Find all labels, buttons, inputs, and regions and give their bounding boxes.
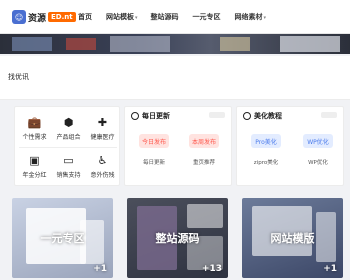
divider	[19, 147, 117, 148]
banner-thumb	[280, 36, 340, 52]
logo-icon: ☺	[12, 10, 26, 24]
banner-thumb	[110, 36, 170, 52]
banner-thumb	[66, 38, 96, 50]
service-item[interactable]: ▣ 年金分红	[17, 149, 52, 183]
card-count: +1	[323, 264, 337, 274]
wp-optimize-button[interactable]: WP优化	[303, 134, 333, 148]
category-card[interactable]: 网站模版 +1	[242, 198, 343, 278]
more-link[interactable]	[209, 112, 225, 118]
card-count: +13	[201, 264, 222, 274]
clock-icon	[131, 112, 139, 120]
card-caption: 网站模版	[270, 232, 315, 245]
chevron-down-icon: ▾	[263, 15, 267, 21]
service-item[interactable]: ✚ 健康医疗	[85, 111, 120, 145]
category-card[interactable]: 整站源码 +13	[127, 198, 228, 278]
hero-banner[interactable]	[0, 34, 350, 54]
service-item[interactable]: 💼 个性需求	[17, 111, 52, 145]
graduation-icon	[243, 112, 251, 120]
card-caption: 一元专区	[40, 232, 85, 245]
panel-title: 每日更新	[131, 111, 170, 121]
nav-web-assets[interactable]: 网络素材▾	[235, 12, 267, 22]
week-release-button[interactable]: 本周发布	[189, 134, 219, 148]
nav-website-templates[interactable]: 网站模板▾	[106, 12, 138, 22]
service-item[interactable]: ▭ 销售支持	[51, 149, 86, 183]
site-logo[interactable]: ☺ 资源 ED.nt	[12, 9, 76, 25]
services-panel: 💼 个性需求 ⬢ 产品组合 ✚ 健康医疗 ▣ 年金分红 ▭ 销售支持 ♿ 意外伤…	[14, 106, 120, 186]
briefcase-icon: 💼	[27, 116, 42, 129]
banner-thumb	[12, 37, 52, 51]
product-icon: ⬢	[63, 116, 74, 129]
card-caption: 整站源码	[155, 232, 200, 245]
more-link[interactable]	[321, 112, 337, 118]
category-card[interactable]: 一元专区 +1	[12, 198, 113, 278]
card-count: +1	[93, 264, 107, 274]
main-nav: 首页 网站模板▾ 整站源码 一元专区 网络素材▾	[78, 0, 279, 34]
tutorial-panel: 美化教程 Pro美化 WP优化 zipro美化 WP优化	[236, 106, 344, 186]
pro-beautify-button[interactable]: Pro美化	[251, 134, 281, 148]
nav-home[interactable]: 首页	[78, 12, 93, 22]
chevron-down-icon: ▾	[135, 15, 138, 21]
logo-tag: ED.nt	[48, 12, 76, 22]
daily-update-panel: 每日更新 今日发布 本周发布 每日更新 重页推荐	[124, 106, 232, 186]
today-release-button[interactable]: 今日发布	[139, 134, 169, 148]
service-item[interactable]: ⬢ 产品组合	[51, 111, 86, 145]
tutorial-label: zipro美化	[253, 160, 279, 166]
recommend-label: 重页推荐	[192, 160, 215, 166]
nav-one-yuan-zone[interactable]: 一元专区	[193, 12, 222, 22]
card-preview	[187, 204, 223, 228]
banner-thumb	[220, 37, 250, 51]
top-navigation-bar: ☺ 资源 ED.nt 首页 网站模板▾ 整站源码 一元专区 网络素材▾	[0, 0, 350, 34]
tutorial-label: WP优化	[308, 160, 328, 166]
service-item[interactable]: ♿ 意外伤残	[85, 149, 120, 183]
notice-text: 找优讯	[8, 73, 29, 81]
accessibility-icon: ♿	[97, 154, 108, 167]
laptop-icon: ▭	[63, 154, 74, 167]
money-icon: ▣	[29, 154, 40, 167]
panel-title: 美化教程	[243, 111, 282, 121]
logo-text: 资源	[28, 13, 47, 24]
notice-bar: 找优讯	[0, 56, 350, 100]
health-icon: ✚	[97, 116, 108, 129]
nav-full-site-source[interactable]: 整站源码	[151, 12, 180, 22]
daily-label: 每日更新	[142, 160, 165, 166]
